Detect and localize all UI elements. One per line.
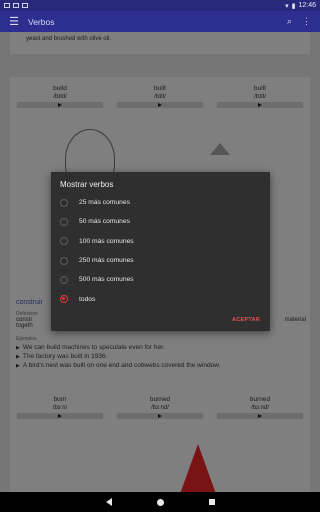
option-label: 100 más comunes	[79, 237, 134, 245]
option-all[interactable]: todos	[51, 289, 270, 308]
example-item: We can build machines to speculate even …	[16, 344, 306, 351]
show-verbs-dialog: Mostrar verbos 25 más comunes 50 más com…	[51, 172, 270, 331]
wifi-icon: ▾	[285, 2, 289, 10]
option-250[interactable]: 250 más comunes	[51, 251, 270, 270]
illustration-fire	[180, 444, 216, 492]
option-label: todos	[79, 295, 96, 303]
dialog-title: Mostrar verbos	[60, 180, 114, 189]
play-audio-button[interactable]	[117, 102, 203, 108]
play-audio-button[interactable]	[17, 102, 103, 108]
home-icon[interactable]	[156, 498, 164, 506]
phonetic: /bɪlt/	[154, 94, 166, 100]
play-audio-button[interactable]	[217, 413, 303, 419]
system-nav-bar	[0, 492, 320, 512]
verb-word: burned	[249, 396, 271, 403]
recents-icon[interactable]	[208, 499, 215, 505]
accept-button[interactable]: ACEPTAR	[232, 317, 260, 323]
back-icon[interactable]	[105, 498, 112, 506]
option-label: 250 más comunes	[79, 257, 134, 265]
verb-word: burned	[149, 396, 171, 403]
verb-card: burn /bɜːn/ burned /bɜːnd/ burned /bɜːnd…	[10, 388, 310, 492]
radio-button[interactable]	[60, 275, 68, 284]
example-item: A bird's nest was built on one end and c…	[16, 362, 306, 369]
play-audio-button[interactable]	[217, 102, 303, 108]
radio-button[interactable]	[60, 256, 68, 265]
phonetic: /bɜːnd/	[251, 405, 269, 411]
radio-button[interactable]	[60, 237, 68, 246]
status-bar: ▾ ▮ 12:46	[0, 0, 320, 11]
phonetic: /bɜːn/	[52, 405, 68, 411]
option-50[interactable]: 50 más comunes	[51, 212, 270, 231]
more-options-icon[interactable]: ⋮	[302, 16, 311, 27]
radio-group: 25 más comunes 50 más comunes 100 más co…	[51, 193, 270, 309]
radio-button[interactable]	[60, 217, 68, 226]
previous-card-text: yeast and brushed with olive oil.	[10, 32, 310, 54]
app-bar: ☰ Verbos ⌕ ⋮	[0, 11, 320, 32]
phonetic: /bɪlt/	[254, 94, 266, 100]
phonetic: /bɪld/	[53, 94, 67, 100]
notification-icon	[22, 3, 28, 8]
play-audio-button[interactable]	[17, 413, 103, 419]
status-time: 12:46	[298, 2, 316, 9]
radio-button[interactable]	[60, 198, 68, 207]
notification-icon	[4, 3, 10, 8]
verb-form: built /bɪlt/	[215, 85, 305, 108]
play-audio-button[interactable]	[117, 413, 203, 419]
notification-icon	[13, 3, 19, 8]
verb-form: burned /bɜːnd/	[215, 396, 305, 419]
option-100[interactable]: 100 más comunes	[51, 232, 270, 251]
verb-form: build /bɪld/	[15, 85, 105, 108]
option-label: 25 más comunes	[79, 199, 130, 207]
definition-text-tail: material	[284, 317, 306, 323]
verb-word: built	[154, 85, 166, 92]
examples-label: Ejemplos	[16, 336, 37, 342]
menu-icon[interactable]: ☰	[0, 15, 28, 28]
verb-form: burned /bɜːnd/	[115, 396, 205, 419]
search-icon[interactable]: ⌕	[287, 16, 292, 27]
option-label: 500 más comunes	[79, 276, 134, 284]
option-500[interactable]: 500 más comunes	[51, 270, 270, 289]
verb-form: built /bɪlt/	[115, 85, 205, 108]
option-label: 50 más comunes	[79, 218, 130, 226]
verb-form: burn /bɜːn/	[15, 396, 105, 419]
app-title: Verbos	[28, 16, 55, 27]
verb-word: built	[254, 85, 266, 92]
verb-word: build	[53, 85, 67, 92]
verb-word: burn	[53, 396, 67, 403]
battery-icon: ▮	[291, 2, 296, 10]
option-25[interactable]: 25 más comunes	[51, 193, 270, 212]
phonetic: /bɜːnd/	[151, 405, 169, 411]
radio-button-selected[interactable]	[60, 295, 68, 304]
example-item: The factory was built in 1936.	[16, 353, 306, 360]
